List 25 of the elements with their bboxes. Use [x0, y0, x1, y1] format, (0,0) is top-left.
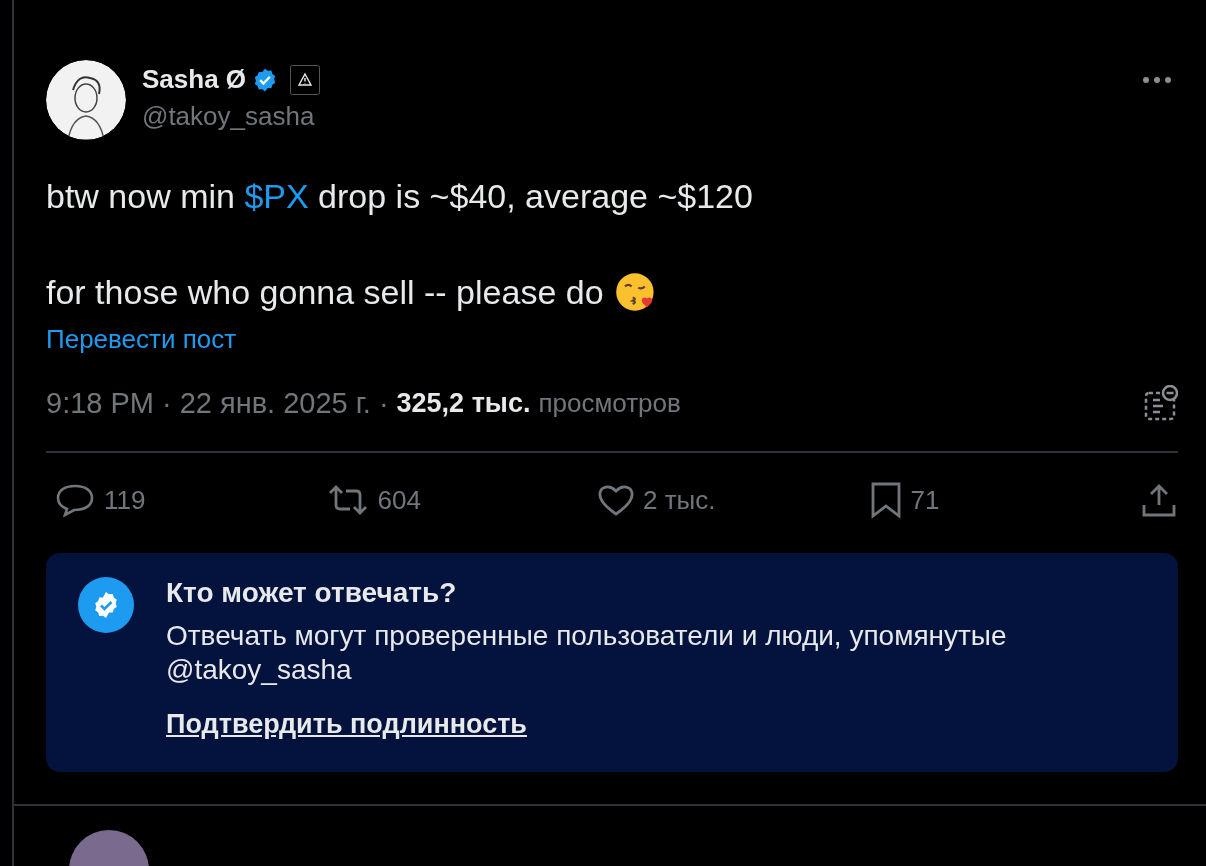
verified-check-icon [78, 577, 134, 633]
post-date[interactable]: 22 янв. 2025 г. [179, 386, 371, 420]
separator-dot: · [378, 386, 389, 420]
post-text: btw now min $PX drop is ~$40, average ~$120 [46, 176, 753, 216]
views-count: 325,2 тыс. [396, 387, 531, 419]
notice-title: Кто может отвечать? [166, 577, 458, 609]
speech-bubble-icon[interactable] [54, 483, 96, 517]
separator-dot: · [162, 386, 172, 420]
action-count: 119 [104, 484, 146, 516]
action-count: 71 [910, 484, 940, 516]
avatar-image[interactable] [46, 60, 126, 140]
author-name[interactable]: Sasha Ø [142, 64, 247, 95]
author-handle[interactable]: @takoy_sasha [142, 101, 1126, 132]
action-count: 2 тыс. [643, 484, 716, 516]
post-time[interactable]: 9:18 PM [46, 386, 154, 420]
notice-text: Отвечать могут проверенные пользователи и люди, упомянутые @takoy_sasha [166, 619, 1008, 687]
post-text: for those who gonna sell -- please do [46, 272, 604, 312]
verify-link[interactable]: Подтвердить подлинность [166, 709, 1086, 740]
document-minus-icon[interactable] [1144, 385, 1178, 421]
views-label: просмотров [538, 387, 681, 419]
warning-icon[interactable] [290, 64, 321, 95]
action-count: 604 [377, 484, 421, 516]
translate-link[interactable]: Перевести пост [46, 324, 237, 355]
more-options-icon[interactable] [1142, 76, 1172, 84]
heart-icon[interactable] [597, 483, 635, 517]
